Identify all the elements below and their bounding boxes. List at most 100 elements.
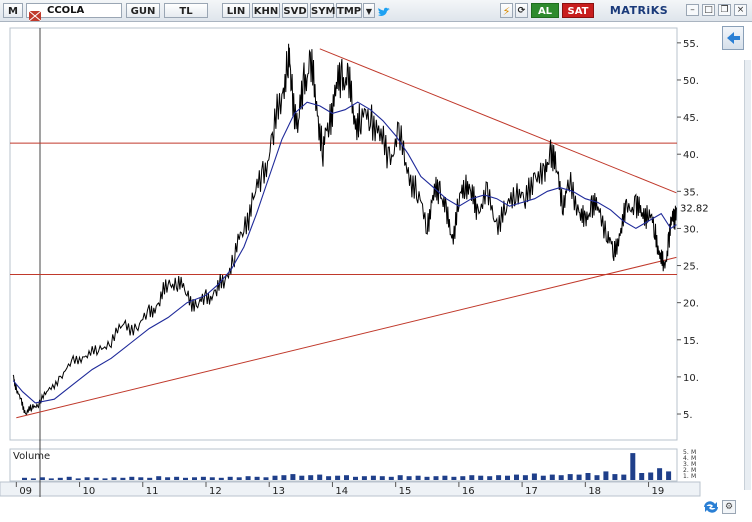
y-tick-label: 55. bbox=[683, 39, 699, 50]
x-tick-label: 10 bbox=[83, 486, 96, 497]
plot-area bbox=[9, 27, 678, 441]
volume-bar bbox=[451, 476, 457, 480]
y-tick-label: 50. bbox=[683, 76, 699, 87]
maximize-icon[interactable]: □ bbox=[702, 4, 715, 16]
volume-bar bbox=[594, 475, 600, 480]
volume-bar bbox=[165, 477, 171, 480]
volume-bar bbox=[558, 475, 564, 480]
x-tick-label: 16 bbox=[462, 486, 475, 497]
volume-tick-label: M bbox=[691, 473, 696, 480]
volume-bar bbox=[460, 476, 466, 480]
twitter-icon[interactable] bbox=[377, 4, 391, 23]
volume-bar bbox=[138, 477, 144, 480]
y-tick-label: 15. bbox=[683, 336, 699, 347]
volume-bar bbox=[469, 475, 475, 480]
volume-bar bbox=[657, 468, 663, 480]
x-tick-label: 12 bbox=[209, 486, 222, 497]
x-tick-label: 09 bbox=[19, 486, 32, 497]
volume-bar bbox=[236, 477, 242, 480]
x-tick-label: 17 bbox=[525, 486, 538, 497]
sell-button[interactable]: SAT bbox=[562, 3, 594, 18]
volume-bar bbox=[263, 477, 269, 480]
volume-bar bbox=[603, 471, 609, 480]
top-toolbar: M CCOLA GUN TL LIN KHN SVD SYM TMP ▼ ⚡ ⟳… bbox=[0, 0, 752, 22]
volume-bar bbox=[192, 477, 197, 480]
restore-icon[interactable]: ❐ bbox=[718, 4, 731, 16]
y-tick-label: 20. bbox=[683, 299, 699, 310]
y-tick-label: 25. bbox=[683, 262, 699, 273]
volume-bar bbox=[22, 477, 27, 480]
volume-bar bbox=[102, 478, 108, 480]
khn-button[interactable]: KHN bbox=[252, 3, 280, 18]
volume-bar bbox=[111, 477, 117, 480]
volume-bar bbox=[406, 476, 412, 480]
period-button[interactable]: GUN bbox=[126, 3, 160, 18]
volume-bar bbox=[227, 476, 233, 480]
grid-icon bbox=[28, 6, 42, 22]
volume-bar bbox=[442, 475, 448, 480]
volume-bar bbox=[666, 471, 672, 480]
volume-bar bbox=[290, 474, 296, 480]
x-tick-label: 14 bbox=[335, 486, 348, 497]
volume-bar bbox=[245, 476, 251, 480]
y-tick-label: 10. bbox=[683, 373, 699, 384]
close-icon[interactable]: × bbox=[734, 4, 747, 16]
volume-bar bbox=[183, 477, 188, 480]
volume-bar bbox=[433, 476, 439, 480]
x-tick-label: 13 bbox=[272, 486, 285, 497]
volume-bar bbox=[272, 475, 278, 480]
currency-button[interactable]: TL bbox=[164, 3, 208, 18]
volume-bar bbox=[129, 476, 135, 480]
volume-label: Volume bbox=[13, 451, 50, 462]
volume-bar bbox=[57, 477, 63, 480]
volume-bar bbox=[200, 476, 206, 480]
volume-bar bbox=[120, 477, 126, 480]
svd-button[interactable]: SVD bbox=[282, 3, 308, 18]
volume-bar bbox=[66, 476, 72, 480]
price-chart[interactable]: 55. 50. 45. 40. 35. 30. 25. 20. 15. 10. 5. 32.82 Vo… bbox=[0, 22, 752, 522]
volume-bar bbox=[567, 474, 573, 480]
menu-button[interactable]: M bbox=[3, 3, 23, 18]
volume-bar bbox=[308, 475, 314, 480]
x-tick-label: 19 bbox=[652, 486, 665, 497]
settings-icon[interactable]: ⚙ bbox=[722, 500, 736, 514]
x-tick-label: 15 bbox=[399, 486, 412, 497]
scale-button[interactable]: LIN bbox=[222, 3, 250, 18]
tmp-button[interactable]: TMP bbox=[336, 3, 362, 18]
volume-bar bbox=[630, 453, 636, 480]
volume-bar bbox=[522, 475, 528, 480]
volume-bar bbox=[397, 475, 403, 480]
volume-bar bbox=[424, 476, 430, 480]
volume-bar bbox=[540, 475, 546, 480]
volume-bar bbox=[415, 475, 421, 480]
volume-bar bbox=[326, 476, 332, 480]
volume-bar bbox=[209, 477, 215, 480]
last-price-label: 32.82 bbox=[680, 203, 709, 214]
volume-bar bbox=[335, 475, 341, 480]
volume-bar bbox=[361, 476, 367, 480]
volume-bar bbox=[39, 477, 45, 480]
refresh-icon[interactable]: ⟳ bbox=[515, 3, 528, 18]
volume-bar bbox=[514, 474, 519, 480]
minimize-icon[interactable]: – bbox=[686, 4, 699, 16]
volume-bar bbox=[254, 476, 260, 480]
volume-bar bbox=[147, 477, 153, 480]
volume-bar bbox=[317, 474, 323, 480]
volume-bar bbox=[281, 475, 287, 480]
y-tick-label: 30. bbox=[683, 224, 699, 235]
volume-bar bbox=[505, 475, 510, 480]
sym-button[interactable]: SYM bbox=[310, 3, 335, 18]
sync-icon[interactable] bbox=[700, 498, 722, 516]
volume-bar bbox=[531, 473, 537, 480]
chevron-down-icon[interactable]: ▼ bbox=[363, 3, 375, 18]
volume-bar bbox=[487, 476, 493, 480]
volume-bar bbox=[353, 476, 358, 480]
y-tick-label: 45. bbox=[683, 113, 699, 124]
x-tick-label: 18 bbox=[588, 486, 601, 497]
buy-button[interactable]: AL bbox=[531, 3, 559, 18]
volume-bar bbox=[218, 477, 224, 480]
y-tick-label: 40. bbox=[683, 150, 699, 161]
volume-bar bbox=[75, 478, 81, 480]
volume-bar bbox=[621, 474, 627, 480]
lightning-icon[interactable]: ⚡ bbox=[500, 3, 513, 18]
